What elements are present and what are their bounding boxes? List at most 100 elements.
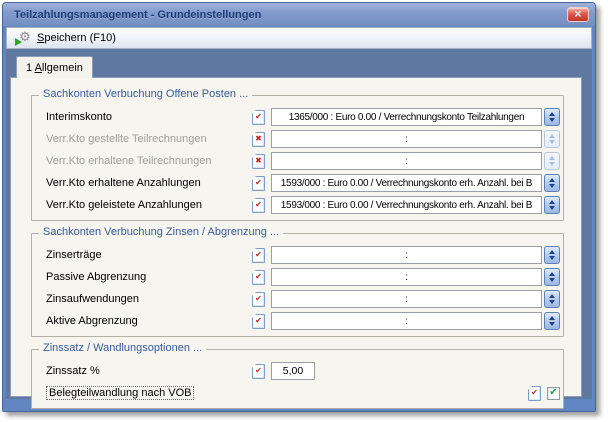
spinner-up-icon bbox=[549, 134, 555, 138]
save-button-label: Speichern (F10) bbox=[37, 32, 116, 44]
field-label: Passive Abgrenzung bbox=[46, 271, 252, 283]
group-zinssatz-wandlung: Zinssatz / Wandlungsoptionen ... Zinssat… bbox=[31, 349, 564, 409]
account-value[interactable]: : bbox=[271, 246, 542, 264]
group-zinsen-abgrenzung: Sachkonten Verbuchung Zinsen / Abgrenzun… bbox=[31, 233, 564, 337]
spinner-down-icon bbox=[549, 162, 555, 166]
value-assigned-icon[interactable]: ✔ bbox=[528, 386, 541, 401]
field-label: Interimskonto bbox=[46, 111, 252, 123]
spinner-up-icon bbox=[549, 156, 555, 160]
client-area: 1 Allgemein Sachkonten Verbuchung Offene… bbox=[6, 49, 592, 399]
account-value: : bbox=[271, 152, 542, 170]
spinner-up-icon bbox=[549, 112, 555, 116]
title-bar[interactable]: Teilzahlungsmanagement - Grundeinstellun… bbox=[3, 3, 595, 26]
spinner-down-icon bbox=[549, 206, 555, 210]
account-assigned-icon[interactable]: ✔ bbox=[252, 270, 265, 285]
field-label: Aktive Abgrenzung bbox=[46, 315, 252, 327]
field-row-passive-abgrenzung: Passive Abgrenzung ✔ : bbox=[46, 268, 560, 286]
field-row-zinssatz: Zinssatz % ✔ bbox=[46, 362, 560, 380]
account-value[interactable]: 1593/000 : Euro 0.00 / Verrechnungskonto… bbox=[271, 196, 542, 214]
field-label: Zinssatz % bbox=[46, 365, 252, 377]
field-row-gestellte-teilrechnungen: Verr.Kto gestellte Teilrechnungen ✖ : bbox=[46, 130, 560, 148]
field-row-aktive-abgrenzung: Aktive Abgrenzung ✔ : bbox=[46, 312, 560, 330]
field-row-erhaltene-teilrechnungen: Verr.Kto erhaltene Teilrechnungen ✖ : bbox=[46, 152, 560, 170]
account-unassigned-icon[interactable]: ✖ bbox=[252, 132, 265, 147]
save-gear-icon: ⚙ bbox=[17, 30, 33, 46]
spinner-updown[interactable] bbox=[544, 312, 560, 330]
field-row-zinsaufwendungen: Zinsaufwendungen ✔ : bbox=[46, 290, 560, 308]
account-assigned-icon[interactable]: ✔ bbox=[252, 198, 265, 213]
play-arrow-icon bbox=[15, 38, 22, 46]
spinner-updown[interactable] bbox=[544, 174, 560, 192]
spinner-down-icon bbox=[549, 256, 555, 260]
spinner-down-icon bbox=[549, 300, 555, 304]
field-row-vob: Belegteilwandlung nach VOB ✔ ✔ bbox=[46, 384, 560, 402]
vob-label[interactable]: Belegteilwandlung nach VOB bbox=[46, 386, 194, 400]
spinner-updown bbox=[544, 152, 560, 170]
close-icon: × bbox=[574, 9, 582, 20]
spinner-up-icon bbox=[549, 178, 555, 182]
account-value[interactable]: : bbox=[271, 290, 542, 308]
field-row-interimskonto: Interimskonto ✔ 1365/000 : Euro 0.00 / V… bbox=[46, 108, 560, 126]
spinner-updown[interactable] bbox=[544, 290, 560, 308]
spinner-updown[interactable] bbox=[544, 246, 560, 264]
account-value: : bbox=[271, 130, 542, 148]
spinner-updown[interactable] bbox=[544, 268, 560, 286]
account-value[interactable]: : bbox=[271, 312, 542, 330]
account-combobox: : bbox=[271, 130, 560, 148]
account-assigned-icon[interactable]: ✔ bbox=[252, 248, 265, 263]
spinner-updown bbox=[544, 130, 560, 148]
field-label: Verr.Kto erhaltene Anzahlungen bbox=[46, 177, 252, 189]
field-row-zinsertraege: Zinserträge ✔ : bbox=[46, 246, 560, 264]
spinner-up-icon bbox=[549, 316, 555, 320]
account-assigned-icon[interactable]: ✔ bbox=[252, 176, 265, 191]
account-combobox[interactable]: 1593/000 : Euro 0.00 / Verrechnungskonto… bbox=[271, 174, 560, 192]
account-combobox[interactable]: 1593/000 : Euro 0.00 / Verrechnungskonto… bbox=[271, 196, 560, 214]
account-unassigned-icon[interactable]: ✖ bbox=[252, 154, 265, 169]
window-title: Teilzahlungsmanagement - Grundeinstellun… bbox=[14, 9, 567, 21]
field-label: Zinsaufwendungen bbox=[46, 293, 252, 305]
spinner-down-icon bbox=[549, 278, 555, 282]
spinner-down-icon bbox=[549, 184, 555, 188]
spinner-up-icon bbox=[549, 250, 555, 254]
tab-allgemein[interactable]: 1 Allgemein bbox=[16, 56, 93, 78]
account-value[interactable]: 1365/000 : Euro 0.00 / Verrechnungskonto… bbox=[271, 108, 542, 126]
value-assigned-icon[interactable]: ✔ bbox=[252, 364, 265, 379]
account-combobox[interactable]: : bbox=[271, 268, 560, 286]
account-combobox: : bbox=[271, 152, 560, 170]
account-assigned-icon[interactable]: ✔ bbox=[252, 110, 265, 125]
save-button[interactable]: ⚙ Speichern (F10) bbox=[12, 28, 121, 48]
field-label: Zinserträge bbox=[46, 249, 252, 261]
dialog-window: Teilzahlungsmanagement - Grundeinstellun… bbox=[2, 2, 596, 412]
vob-checkbox[interactable]: ✔ bbox=[547, 387, 560, 400]
spinner-up-icon bbox=[549, 200, 555, 204]
group-title: Sachkonten Verbuchung Offene Posten ... bbox=[39, 88, 252, 100]
account-combobox[interactable]: : bbox=[271, 290, 560, 308]
group-title: Zinssatz / Wandlungsoptionen ... bbox=[39, 342, 206, 354]
spinner-down-icon bbox=[549, 118, 555, 122]
account-value[interactable]: 1593/000 : Euro 0.00 / Verrechnungskonto… bbox=[271, 174, 542, 192]
checkbox-check-icon: ✔ bbox=[549, 388, 557, 398]
field-label: Verr.Kto erhaltene Teilrechnungen bbox=[46, 155, 252, 167]
zinssatz-input[interactable] bbox=[271, 362, 315, 380]
group-title: Sachkonten Verbuchung Zinsen / Abgrenzun… bbox=[39, 226, 283, 238]
field-row-geleistete-anzahlungen: Verr.Kto geleistete Anzahlungen ✔ 1593/0… bbox=[46, 196, 560, 214]
field-label: Verr.Kto geleistete Anzahlungen bbox=[46, 199, 252, 211]
spinner-updown[interactable] bbox=[544, 196, 560, 214]
tab-label: 1 Allgemein bbox=[26, 62, 83, 74]
account-value[interactable]: : bbox=[271, 268, 542, 286]
account-assigned-icon[interactable]: ✔ bbox=[252, 314, 265, 329]
spinner-down-icon bbox=[549, 322, 555, 326]
field-row-erhaltene-anzahlungen: Verr.Kto erhaltene Anzahlungen ✔ 1593/00… bbox=[46, 174, 560, 192]
account-combobox[interactable]: : bbox=[271, 312, 560, 330]
field-label: Verr.Kto gestellte Teilrechnungen bbox=[46, 133, 252, 145]
spinner-up-icon bbox=[549, 272, 555, 276]
account-assigned-icon[interactable]: ✔ bbox=[252, 292, 265, 307]
group-offene-posten: Sachkonten Verbuchung Offene Posten ... … bbox=[31, 95, 564, 221]
toolbar: ⚙ Speichern (F10) bbox=[6, 27, 592, 49]
spinner-updown[interactable] bbox=[544, 108, 560, 126]
tab-panel: Sachkonten Verbuchung Offene Posten ... … bbox=[10, 77, 582, 397]
spinner-up-icon bbox=[549, 294, 555, 298]
account-combobox[interactable]: 1365/000 : Euro 0.00 / Verrechnungskonto… bbox=[271, 108, 560, 126]
close-button[interactable]: × bbox=[567, 7, 589, 22]
account-combobox[interactable]: : bbox=[271, 246, 560, 264]
